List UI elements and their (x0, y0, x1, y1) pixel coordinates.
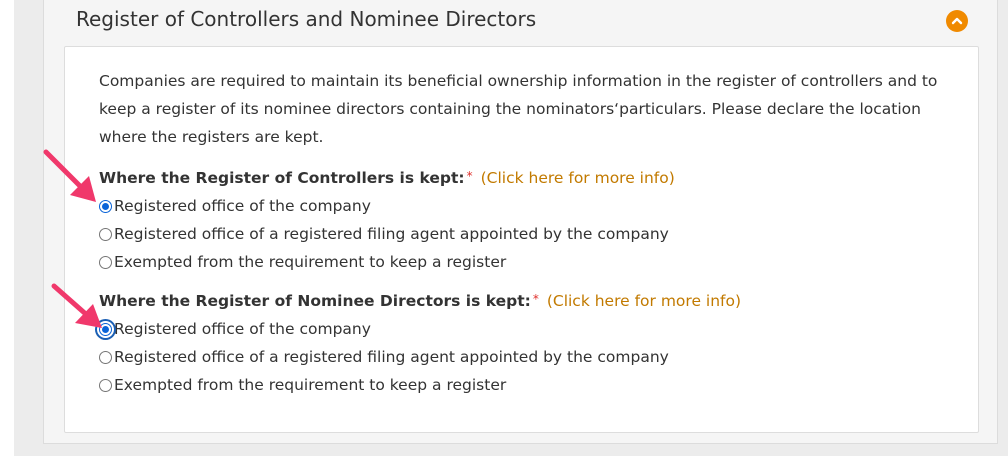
nominee-option-registered-office[interactable]: Registered office of the company (99, 320, 371, 338)
annotation-arrow-icon (43, 149, 96, 202)
section-body: Companies are required to maintain its b… (64, 46, 979, 433)
option-label: Registered office of the company (114, 197, 371, 215)
section-title: Register of Controllers and Nominee Dire… (76, 7, 537, 31)
radio-button[interactable] (99, 350, 112, 364)
radio-button[interactable] (99, 255, 112, 269)
controllers-option-registered-office[interactable]: Registered office of the company (99, 197, 371, 215)
nominee-option-exempted[interactable]: Exempted from the requirement to keep a … (99, 376, 506, 394)
required-marker: * (466, 169, 473, 183)
page-background-strip (0, 0, 14, 456)
chevron-up-icon (951, 17, 963, 25)
radio-button[interactable] (99, 199, 112, 213)
collapse-button[interactable] (946, 10, 968, 32)
radio-button[interactable] (99, 227, 112, 241)
controllers-question-label: Where the Register of Controllers is kep… (99, 169, 465, 187)
option-label: Exempted from the requirement to keep a … (114, 376, 507, 394)
nominee-option-filing-agent[interactable]: Registered office of a registered filing… (99, 348, 669, 366)
register-section-panel: Register of Controllers and Nominee Dire… (43, 0, 998, 444)
nominee-directors-info-link[interactable]: (Click here for more info) (547, 292, 741, 310)
option-label: Registered office of the company (114, 320, 371, 338)
option-label: Registered office of a registered filing… (114, 348, 669, 366)
radio-button[interactable] (99, 378, 112, 392)
controllers-info-link[interactable]: (Click here for more info) (481, 169, 675, 187)
controllers-option-filing-agent[interactable]: Registered office of a registered filing… (99, 225, 669, 243)
controllers-question: Where the Register of Controllers is kep… (99, 169, 675, 187)
required-marker: * (532, 292, 539, 306)
nominee-directors-question: Where the Register of Nominee Directors … (99, 292, 741, 310)
option-label: Exempted from the requirement to keep a … (114, 253, 507, 271)
option-label: Registered office of a registered filing… (114, 225, 669, 243)
annotation-arrow-icon (51, 283, 102, 328)
controllers-option-exempted[interactable]: Exempted from the requirement to keep a … (99, 253, 506, 271)
intro-text: Companies are required to maintain its b… (99, 72, 938, 146)
nominee-directors-question-label: Where the Register of Nominee Directors … (99, 292, 531, 310)
